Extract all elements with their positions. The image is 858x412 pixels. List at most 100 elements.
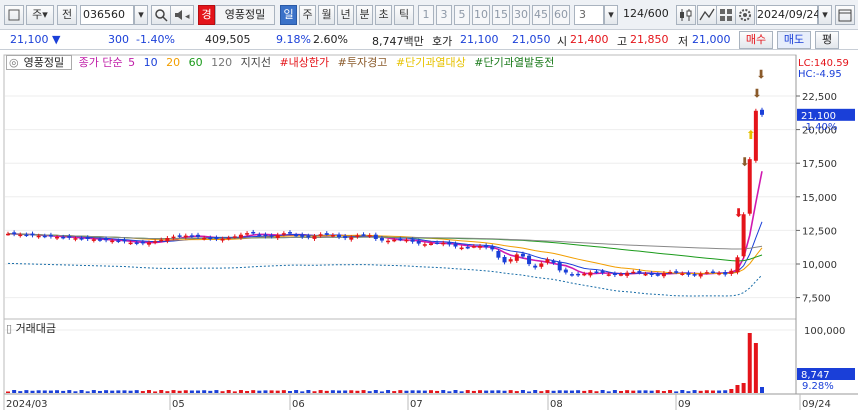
tab-year[interactable]: 년 [337, 5, 354, 25]
legend-ma-title[interactable]: 종가 단순 [79, 56, 123, 69]
code-dropdown-icon[interactable]: ▾ [134, 5, 148, 25]
price-panel-frame [3, 54, 797, 320]
volume-bar [183, 390, 188, 393]
volume-bar [539, 391, 544, 393]
bar-count-value[interactable]: 124 [622, 5, 644, 23]
date-dropdown-icon[interactable]: ▾ [818, 5, 832, 25]
interval-45[interactable]: 45 [532, 5, 550, 25]
interval-10[interactable]: 10 [472, 5, 490, 25]
volume-bar [349, 390, 354, 393]
volume-bar [24, 390, 29, 393]
candle-body [569, 274, 574, 276]
current-price-label: 21,100 [801, 111, 836, 122]
price-tick-label: 7,500 [802, 294, 831, 305]
legend-overheat-on[interactable]: #단기과열발동전 [474, 56, 554, 69]
grid-icon[interactable] [716, 5, 736, 25]
search-icon[interactable] [151, 5, 171, 25]
low-price: 21,000 [692, 33, 731, 46]
candle-body [410, 239, 415, 242]
time-tick-label: 07 [410, 399, 423, 410]
interval-3[interactable]: 3 [436, 5, 452, 25]
candle-body [435, 242, 440, 245]
interval-5[interactable]: 5 [454, 5, 470, 25]
volume-bar [674, 391, 679, 393]
candle-body [416, 240, 421, 244]
volume-bar [220, 391, 225, 393]
volume-bar [189, 390, 194, 393]
count-select[interactable]: 3 [574, 5, 604, 25]
candle-body [183, 235, 188, 238]
tab-minute[interactable]: 분 [356, 5, 373, 25]
candle-body [153, 241, 158, 243]
volume-bar [527, 391, 532, 393]
legend-invest-warn[interactable]: #투자경고 [338, 56, 388, 69]
candle-body [61, 236, 66, 239]
gear-icon[interactable] [735, 5, 755, 25]
legend-support[interactable]: 지지선 [241, 56, 271, 69]
candle-type-icon[interactable] [676, 5, 696, 25]
quote-price: 21,100 ▼ [10, 33, 60, 46]
candle-body [422, 244, 427, 246]
volume-bar [717, 390, 722, 393]
code-input[interactable]: 036560 [80, 5, 134, 25]
volume-bar [753, 343, 758, 393]
candle-body [140, 241, 145, 244]
volume-bar [128, 390, 133, 393]
window-icon[interactable] [4, 5, 24, 25]
volume-bar [435, 390, 440, 393]
tab-day[interactable]: 일 [280, 5, 297, 25]
volume-bar [398, 390, 403, 393]
candle-body [312, 236, 317, 239]
volume-bar [710, 390, 715, 393]
interval-30[interactable]: 30 [512, 5, 530, 25]
tab-second[interactable]: 초 [375, 5, 392, 25]
candle-body [196, 234, 201, 237]
prefix-button[interactable]: 전 [57, 5, 77, 25]
draw-tools-icon[interactable] [697, 5, 717, 25]
volume-bar [551, 390, 556, 393]
legend-ma-20: 20 [166, 56, 181, 69]
interval-1[interactable]: 1 [418, 5, 434, 25]
candle-body [600, 271, 605, 273]
sell-button[interactable]: 매도 [777, 31, 811, 49]
volume-bar [91, 390, 96, 393]
eval-button[interactable]: 평 [815, 31, 839, 49]
legend-name[interactable]: ◎ 영풍정밀 [6, 55, 73, 70]
tab-month[interactable]: 월 [318, 5, 335, 25]
open-price: 21,400 [570, 33, 609, 46]
candle-body [324, 233, 329, 235]
tab-week[interactable]: 주 [299, 5, 316, 25]
buy-button[interactable]: 매수 [739, 31, 773, 49]
candle-body [318, 234, 323, 236]
date-input[interactable]: 2024/09/24 [756, 5, 820, 25]
time-tick-label: 06 [292, 399, 305, 410]
volume-bar [582, 390, 587, 393]
interval-15[interactable]: 15 [492, 5, 510, 25]
candle-body [704, 272, 709, 274]
candle-body [582, 273, 587, 276]
volume-bar [392, 391, 397, 393]
volume-bar [134, 390, 139, 393]
toolbar: 주▾ 전 036560 ▾ ◂ 경 영풍정밀 일 주 월 년 분 초 틱 1 3… [0, 0, 858, 30]
volume-bar [704, 390, 709, 393]
candle-body [527, 255, 532, 265]
volume-bar [533, 390, 538, 393]
volume-bar [404, 390, 409, 393]
candle-body [361, 234, 366, 236]
volume-bar [343, 390, 348, 393]
sound-icon[interactable]: ◂ [170, 5, 194, 25]
volume-bar [79, 390, 84, 393]
legend-limit-up[interactable]: #내상한가 [279, 56, 329, 69]
legend-overheat-target[interactable]: #단기과열대상 [396, 56, 466, 69]
calendar-icon[interactable] [835, 5, 855, 25]
candle-body [710, 271, 715, 274]
tab-tick[interactable]: 틱 [394, 5, 414, 25]
market-select[interactable]: 주▾ [26, 5, 54, 25]
volume-bar [471, 390, 476, 393]
volume-bar [208, 390, 213, 393]
interval-60[interactable]: 60 [552, 5, 570, 25]
price-chart[interactable]: ⬇⬇⬆⬇⬇ LC:140.59HC:-4.9522,50020,00017,50… [0, 50, 858, 412]
count-dropdown-icon[interactable]: ▾ [604, 5, 618, 25]
candle-body [735, 257, 740, 273]
volume-bar [416, 390, 421, 393]
